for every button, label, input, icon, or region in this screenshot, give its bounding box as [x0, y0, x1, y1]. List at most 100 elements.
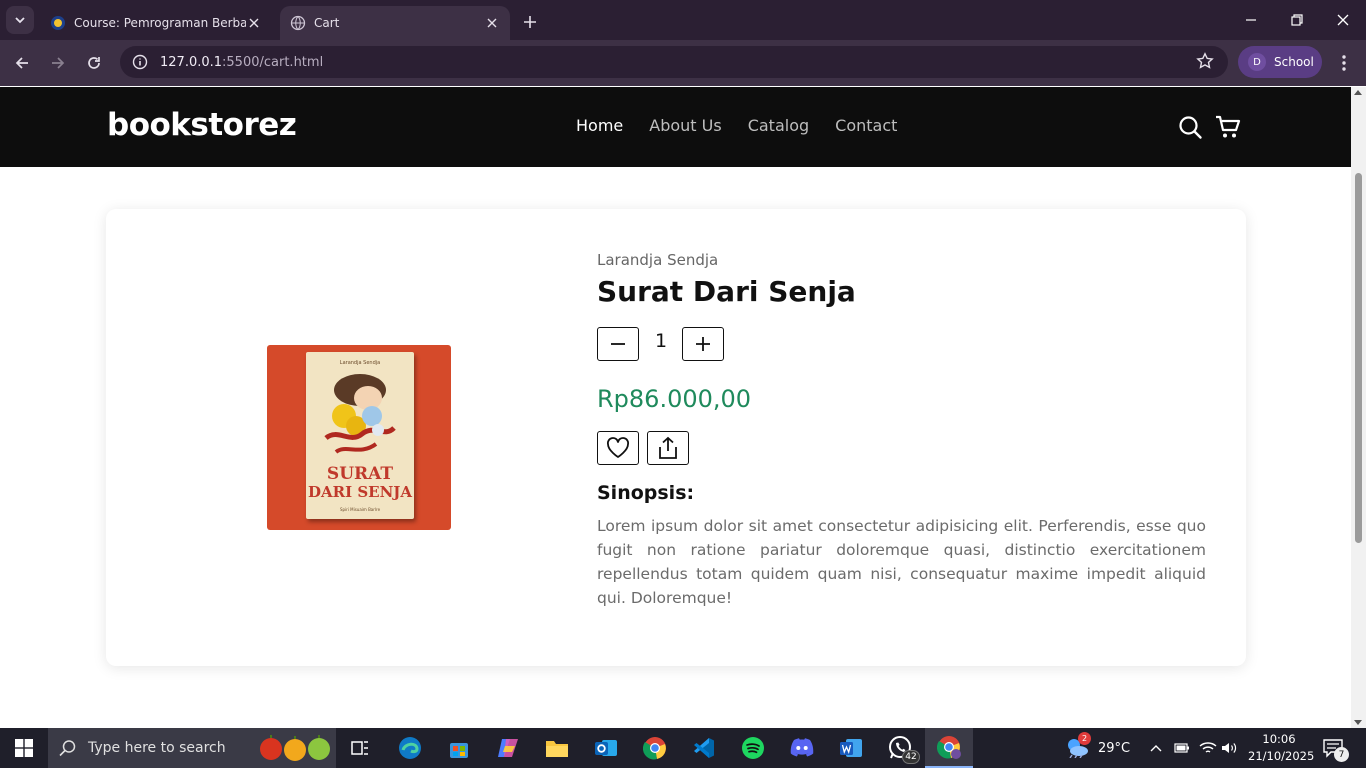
store-app[interactable] — [435, 728, 483, 768]
discord-app[interactable] — [778, 728, 826, 768]
bookmark-star-icon[interactable] — [1196, 52, 1216, 72]
notification-center-button[interactable]: 7 — [1318, 736, 1354, 762]
volume-icon[interactable] — [1221, 728, 1241, 768]
page-viewport: bookstorez Home About Us Catalog Contact… — [0, 87, 1351, 728]
weather-badge: 2 — [1078, 732, 1091, 745]
close-window-button[interactable] — [1320, 0, 1366, 40]
edge-app[interactable] — [386, 728, 434, 768]
word-icon — [840, 739, 862, 757]
site-header: bookstorez Home About Us Catalog Contact — [0, 87, 1351, 167]
new-tab-button[interactable] — [518, 10, 542, 34]
product-card: Larandja Sendja SURAT DARI SENJA Spiri M… — [106, 209, 1246, 666]
chrome-icon — [937, 736, 961, 759]
reload-button[interactable] — [80, 49, 108, 77]
scrollbar-thumb[interactable] — [1355, 173, 1362, 543]
word-app[interactable] — [827, 728, 875, 768]
task-view-button[interactable] — [336, 728, 384, 768]
vscode-app[interactable] — [680, 728, 728, 768]
vscode-icon — [694, 738, 714, 758]
minimize-icon — [1246, 19, 1256, 21]
fruits-highlight-icon[interactable] — [258, 734, 332, 762]
file-explorer-app[interactable] — [533, 728, 581, 768]
cover-author: Larandja Sendja — [339, 360, 381, 366]
nav-home[interactable]: Home — [576, 116, 623, 135]
plus-icon — [524, 16, 536, 28]
chrome-icon — [643, 737, 666, 760]
main-nav: Home About Us Catalog Contact — [576, 116, 923, 135]
spotify-app[interactable] — [729, 728, 777, 768]
weather-temperature: 29°C — [1098, 740, 1131, 756]
nav-contact[interactable]: Contact — [835, 116, 897, 135]
discord-icon — [790, 738, 814, 757]
decrease-quantity-button[interactable] — [597, 327, 639, 361]
url-path: :5500/cart.html — [222, 54, 324, 70]
whatsapp-app[interactable]: 42 — [876, 728, 924, 768]
book-cover-image: Larandja Sendja SURAT DARI SENJA Spiri M… — [267, 345, 451, 530]
search-placeholder: Type here to search — [88, 740, 226, 756]
share-icon — [659, 436, 677, 459]
synopsis-text: Lorem ipsum dolor sit amet consectetur a… — [597, 517, 1206, 607]
cart-icon[interactable] — [1214, 113, 1242, 141]
back-button[interactable] — [8, 49, 36, 77]
tray-overflow-button[interactable] — [1150, 728, 1170, 768]
clock-time: 10:06 — [1262, 732, 1296, 746]
chrome-app[interactable] — [631, 728, 679, 768]
windows-logo-icon — [15, 739, 33, 757]
increase-quantity-button[interactable] — [682, 327, 724, 361]
scroll-down-arrow[interactable] — [1354, 720, 1362, 725]
site-info-icon[interactable] — [124, 46, 156, 78]
clock-date: 21/10/2025 — [1248, 749, 1315, 763]
chevron-up-icon — [1150, 745, 1162, 752]
cover-illustration — [324, 374, 396, 454]
address-bar[interactable]: 127.0.0.1:5500/cart.html — [120, 46, 1228, 78]
search-icon[interactable] — [1176, 113, 1204, 141]
start-button[interactable] — [0, 728, 48, 768]
system-clock[interactable]: 10:06 21/10/2025 — [1248, 731, 1315, 765]
chrome-profile-app[interactable] — [925, 728, 973, 768]
tab-course[interactable]: Course: Pemrograman Berbasis — [40, 6, 272, 40]
task-view-icon — [351, 741, 368, 755]
wishlist-button[interactable] — [597, 431, 639, 465]
university-icon — [50, 15, 66, 31]
copilot-app[interactable] — [484, 728, 532, 768]
tab-search-button[interactable] — [6, 6, 34, 34]
share-button[interactable] — [647, 431, 689, 465]
quantity-value: 1 — [654, 330, 668, 352]
restore-button[interactable] — [1274, 0, 1320, 40]
spotify-icon — [742, 737, 764, 759]
forward-button[interactable] — [44, 49, 72, 77]
nav-about-us[interactable]: About Us — [649, 116, 721, 135]
weather-widget[interactable]: 2 29°C — [1064, 728, 1130, 768]
close-icon[interactable] — [484, 15, 500, 31]
folder-icon — [546, 741, 568, 757]
nav-catalog[interactable]: Catalog — [748, 116, 809, 135]
product-title: Surat Dari Senja — [597, 275, 856, 308]
battery-icon[interactable] — [1174, 728, 1192, 768]
weather-icon: 2 — [1064, 732, 1092, 760]
profile-button[interactable]: D School — [1238, 46, 1322, 78]
arrow-left-icon — [15, 57, 28, 69]
page-scrollbar[interactable] — [1351, 87, 1366, 728]
more-vertical-icon — [1342, 55, 1346, 71]
arrow-right-icon — [52, 57, 65, 69]
copilot-icon — [498, 739, 518, 757]
tab-title: Cart — [314, 16, 340, 30]
close-icon[interactable] — [246, 15, 262, 31]
profile-avatar: D — [1248, 53, 1266, 71]
reload-icon — [88, 57, 100, 69]
tab-cart[interactable]: Cart — [280, 6, 510, 40]
chevron-down-icon — [15, 17, 25, 24]
globe-icon — [290, 15, 306, 31]
plus-icon — [696, 337, 710, 351]
minimize-button[interactable] — [1228, 0, 1274, 40]
whatsapp-badge: 42 — [902, 750, 920, 764]
restore-icon — [1291, 14, 1303, 26]
browser-menu-button[interactable] — [1332, 49, 1356, 77]
browser-tab-strip: Course: Pemrograman Berbasis Cart — [0, 0, 1366, 40]
scroll-up-arrow[interactable] — [1354, 90, 1362, 95]
outlook-app[interactable] — [582, 728, 630, 768]
site-logo[interactable]: bookstorez — [107, 107, 297, 143]
url-text: 127.0.0.1:5500/cart.html — [160, 55, 323, 70]
wifi-icon[interactable] — [1199, 728, 1219, 768]
synopsis-heading: Sinopsis: — [597, 482, 695, 504]
